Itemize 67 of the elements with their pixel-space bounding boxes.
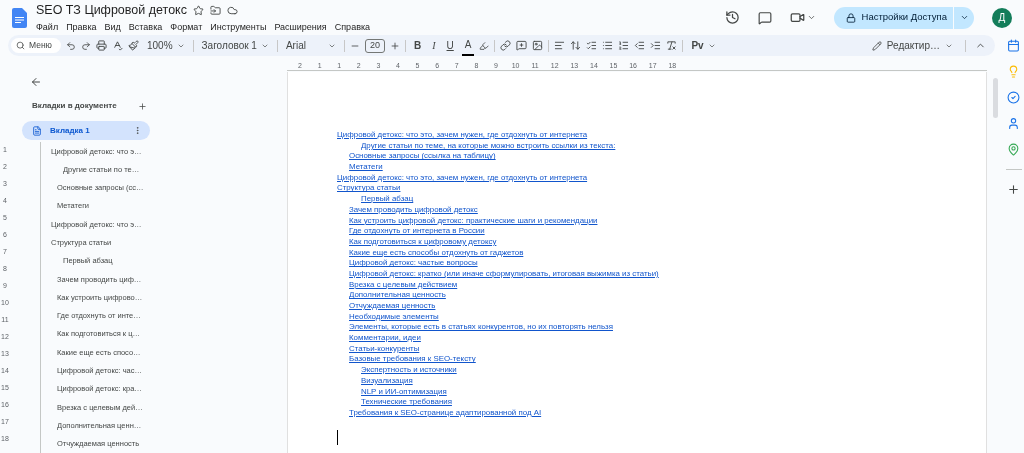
- history-icon[interactable]: [724, 10, 740, 25]
- editing-mode-dropdown[interactable]: Редактир…: [868, 36, 956, 55]
- search-icon: [16, 41, 25, 50]
- add-icon[interactable]: [1007, 183, 1020, 196]
- document-title[interactable]: SEO ТЗ Цифровой детокс: [36, 0, 187, 20]
- numbered-list-icon[interactable]: [618, 40, 630, 51]
- comment-icon[interactable]: [757, 10, 772, 25]
- undo-icon[interactable]: [66, 40, 76, 51]
- highlighter-icon[interactable]: [479, 40, 490, 51]
- redo-icon[interactable]: [81, 40, 91, 51]
- add-comment-icon[interactable]: [516, 40, 528, 51]
- document-icon: [32, 125, 42, 136]
- caret-icon: [959, 13, 969, 22]
- menu-item[interactable]: Инструменты: [210, 20, 267, 35]
- underline-button[interactable]: U: [443, 36, 457, 55]
- spellcheck-icon[interactable]: [112, 40, 123, 51]
- checklist-icon[interactable]: [586, 40, 598, 51]
- star-icon[interactable]: [192, 4, 204, 16]
- video-call-button[interactable]: [789, 10, 816, 25]
- back-arrow-icon[interactable]: [30, 76, 42, 88]
- link-icon[interactable]: [500, 40, 512, 51]
- menu-item[interactable]: Вставка: [128, 20, 163, 35]
- clear-formatting-icon[interactable]: [666, 40, 678, 51]
- share-button[interactable]: Настройки Доступа: [833, 6, 953, 29]
- paint-format-icon[interactable]: [128, 40, 139, 51]
- docs-logo-icon[interactable]: [12, 7, 27, 28]
- menu-item[interactable]: Вид: [104, 20, 121, 35]
- input-tools-button[interactable]: Pv: [688, 36, 719, 55]
- caret-icon: [806, 13, 816, 22]
- menu-item[interactable]: Справка: [334, 20, 371, 35]
- image-icon[interactable]: [532, 40, 544, 51]
- menu-item[interactable]: Расширения: [274, 20, 327, 35]
- text-color-button[interactable]: A: [461, 35, 475, 56]
- menu-item[interactable]: Файл: [36, 20, 59, 35]
- menu-search-field[interactable]: Меню: [11, 38, 61, 53]
- text-cursor: [337, 429, 338, 445]
- menu-item[interactable]: Формат: [170, 20, 203, 35]
- increase-indent-icon[interactable]: [650, 40, 662, 51]
- contacts-icon[interactable]: [1007, 117, 1020, 130]
- sidebar-heading: Вкладки в документе: [32, 100, 117, 112]
- bold-button[interactable]: B: [410, 36, 425, 55]
- tasks-icon[interactable]: [1007, 91, 1020, 104]
- italic-button[interactable]: I: [429, 36, 439, 55]
- font-dropdown[interactable]: Arial: [282, 36, 339, 55]
- plus-icon[interactable]: [389, 40, 400, 51]
- zoom-dropdown[interactable]: 100%: [144, 36, 188, 55]
- line-spacing-icon[interactable]: [570, 40, 582, 51]
- align-icon[interactable]: [554, 40, 566, 51]
- style-dropdown[interactable]: Заголовок 1: [198, 36, 272, 55]
- font-size-field[interactable]: 20: [364, 38, 385, 53]
- scrollbar[interactable]: [992, 78, 998, 118]
- cloud-icon[interactable]: [226, 4, 238, 16]
- calendar-icon[interactable]: [1007, 39, 1020, 52]
- folder-icon[interactable]: [209, 4, 221, 16]
- video-camera-icon: [789, 10, 805, 25]
- print-icon[interactable]: [96, 40, 107, 51]
- document-page[interactable]: [287, 72, 987, 453]
- document-tab[interactable]: Вкладка 1: [22, 121, 150, 140]
- pencil-icon: [871, 40, 882, 51]
- menu-item[interactable]: Правка: [66, 20, 97, 35]
- more-icon[interactable]: [133, 126, 142, 135]
- lock-icon: [845, 12, 856, 23]
- decrease-indent-icon[interactable]: [634, 40, 646, 51]
- bulleted-list-icon[interactable]: [602, 40, 614, 51]
- add-tab-icon[interactable]: [138, 101, 147, 111]
- map-pin-icon[interactable]: [1007, 143, 1020, 156]
- avatar[interactable]: Д: [992, 7, 1012, 28]
